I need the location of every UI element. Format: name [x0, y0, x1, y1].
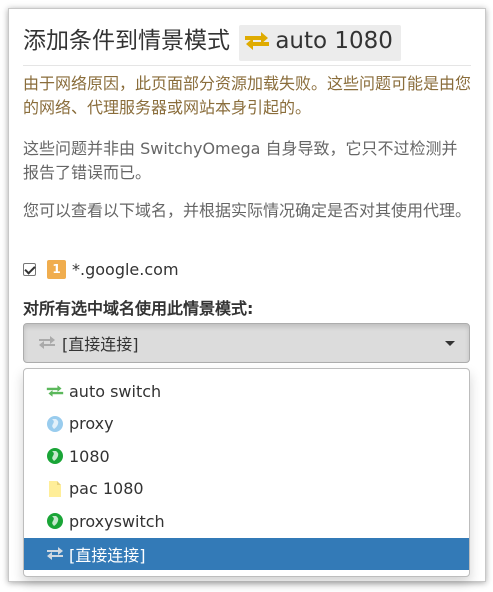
globe-icon	[46, 447, 64, 465]
option-direct[interactable]: [直接连接]	[24, 537, 469, 570]
error-count-badge: 1	[47, 259, 66, 279]
info-paragraph: 这些问题并非由 SwitchyOmega 自身导致，它只不过检测并报告了错误而已…	[23, 139, 458, 182]
file-icon	[46, 480, 64, 498]
domain-label: *.google.com	[72, 259, 179, 279]
globe-icon	[46, 415, 64, 433]
option-1080[interactable]: 1080	[24, 440, 469, 473]
globe-icon	[46, 512, 64, 530]
option-label: proxyswitch	[69, 511, 165, 531]
option-label: 1080	[69, 446, 110, 466]
select-label: 对所有选中域名使用此情景模式:	[23, 299, 254, 318]
option-label: auto switch	[69, 381, 162, 401]
warning-text: 由于网络原因，此页面部分资源加载失败。这些问题可能是由您的网络、代理服务器或网站…	[23, 74, 472, 117]
profile-dropdown: auto switch proxy 1080 pac 1080 proxyswi…	[23, 368, 470, 577]
option-proxy[interactable]: proxy	[24, 408, 469, 441]
direct-icon	[38, 336, 56, 350]
domain-checkbox[interactable]	[23, 262, 36, 276]
add-condition-popup: 添加条件到情景模式 auto 1080 由于网络原因，此页面部分资源加载失败。这…	[8, 8, 486, 582]
profile-name: auto 1080	[275, 28, 393, 54]
option-label: proxy	[69, 414, 114, 434]
selected-value: [直接连接]	[62, 335, 139, 354]
title-divider	[23, 65, 471, 66]
chevron-down-icon	[445, 341, 455, 346]
auto-switch-icon	[243, 29, 271, 61]
option-pac-1080[interactable]: pac 1080	[24, 473, 469, 506]
title-text: 添加条件到情景模式	[23, 28, 230, 54]
option-auto-switch[interactable]: auto switch	[24, 375, 469, 408]
page-title: 添加条件到情景模式 auto 1080	[23, 25, 401, 61]
auto-switch-icon	[46, 382, 64, 400]
profile-select[interactable]: [直接连接]	[23, 323, 470, 363]
profile-chip: auto 1080	[239, 25, 401, 61]
instruction-paragraph: 您可以查看以下域名，并根据实际情况确定是否对其使用代理。	[23, 201, 472, 220]
domain-row[interactable]: 1 *.google.com	[23, 258, 179, 280]
option-proxyswitch[interactable]: proxyswitch	[24, 505, 469, 538]
direct-icon	[46, 545, 64, 563]
option-label: pac 1080	[69, 479, 144, 499]
option-label: [直接连接]	[69, 545, 146, 565]
